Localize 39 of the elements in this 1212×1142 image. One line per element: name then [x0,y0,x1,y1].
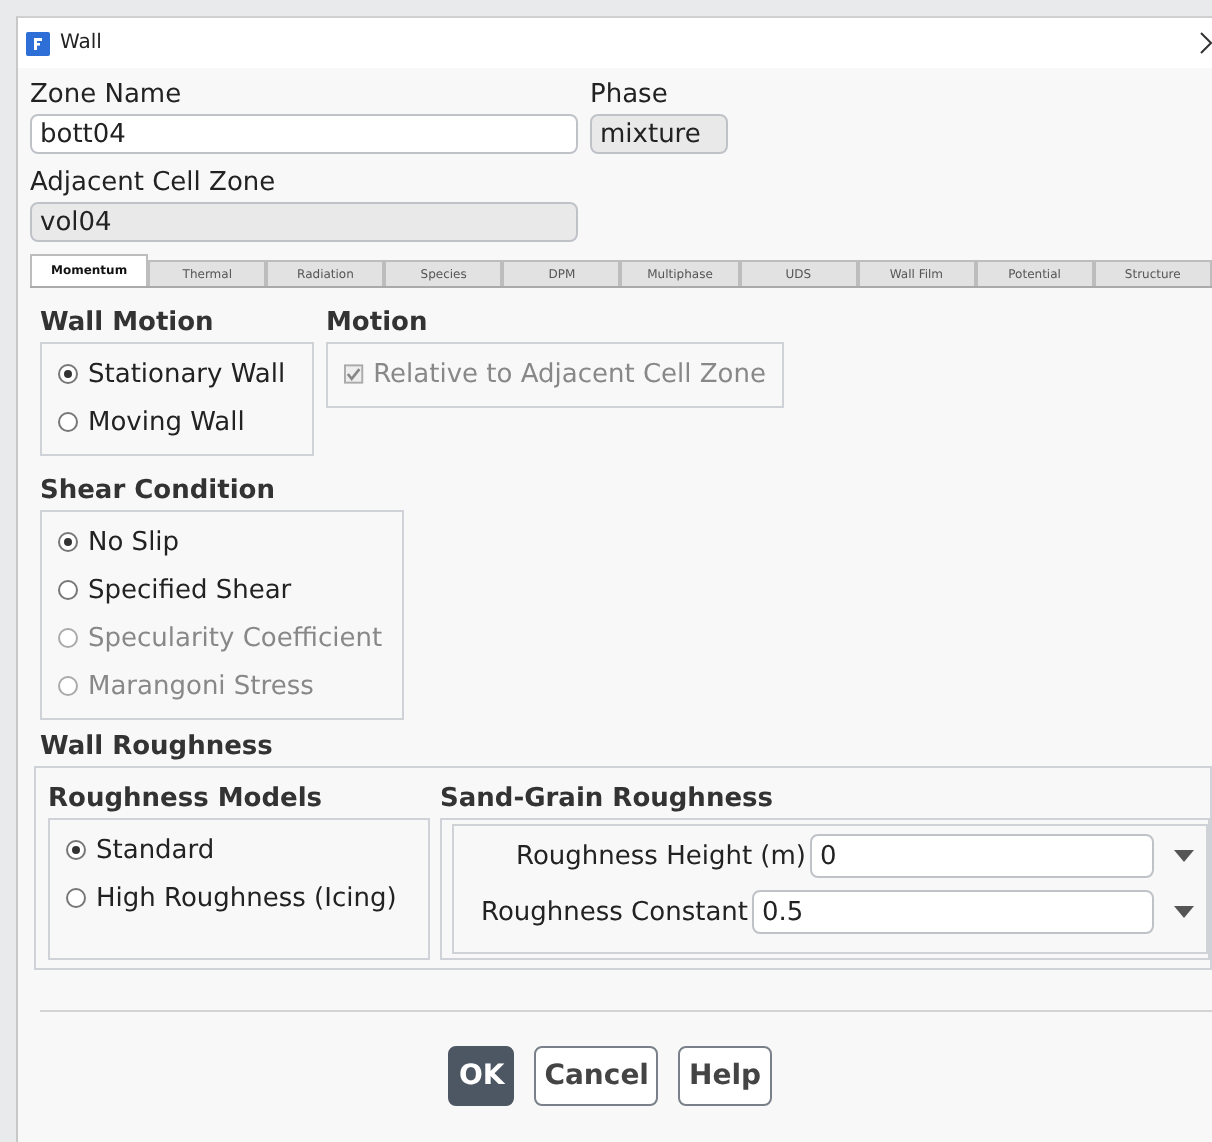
group-heading: Wall Roughness [40,732,275,762]
value-field[interactable]: 0.5 [752,890,1154,934]
adjacent-zone-field[interactable]: vol04 [30,202,578,242]
dropdown-caret-icon[interactable] [1174,906,1194,918]
field-label: Roughness Height (m) [516,841,806,871]
radio-button[interactable] [58,580,78,600]
radio-label: Specified Shear [88,575,292,605]
radio-button[interactable] [58,412,78,432]
group-heading: Sand-Grain Roughness [440,784,775,814]
radio-button[interactable] [66,888,86,908]
radio-label: Specularity Coefficient [88,623,383,653]
dialog-button[interactable]: Cancel [534,1046,659,1106]
dropdown-caret-icon[interactable] [1174,850,1194,862]
field-label: Zone Name [30,80,184,110]
group-heading: Shear Condition [40,476,277,506]
phase-field[interactable]: mixture [590,114,728,154]
radio-label: High Roughness (Icing) [96,883,397,913]
value-field[interactable]: 0 [810,834,1154,878]
dialog-button[interactable]: OK [448,1046,515,1106]
radio-button[interactable] [58,532,78,552]
radio-label: No Slip [88,527,180,557]
radio-label: Marangoni Stress [88,671,314,701]
close-icon[interactable] [1200,32,1212,54]
group-heading: Wall Motion [40,308,216,338]
group-heading: Roughness Models [48,784,325,814]
radio-button[interactable] [58,364,78,384]
app-icon [26,31,50,55]
zone-name-field[interactable]: bott04 [30,114,578,154]
field-label: Roughness Constant [481,897,748,927]
field-label: Adjacent Cell Zone [30,168,278,198]
group-heading: Motion [326,308,430,338]
radio-button[interactable] [66,840,86,860]
checkbox-label: Relative to Adjacent Cell Zone [373,359,766,389]
radio-label: Standard [96,835,215,865]
dialog-button[interactable]: Help [678,1046,772,1106]
field-label: Phase [590,80,670,110]
radio-label: Stationary Wall [88,359,286,389]
radio-label: Moving Wall [88,407,245,437]
window-title: Wall [60,32,102,54]
